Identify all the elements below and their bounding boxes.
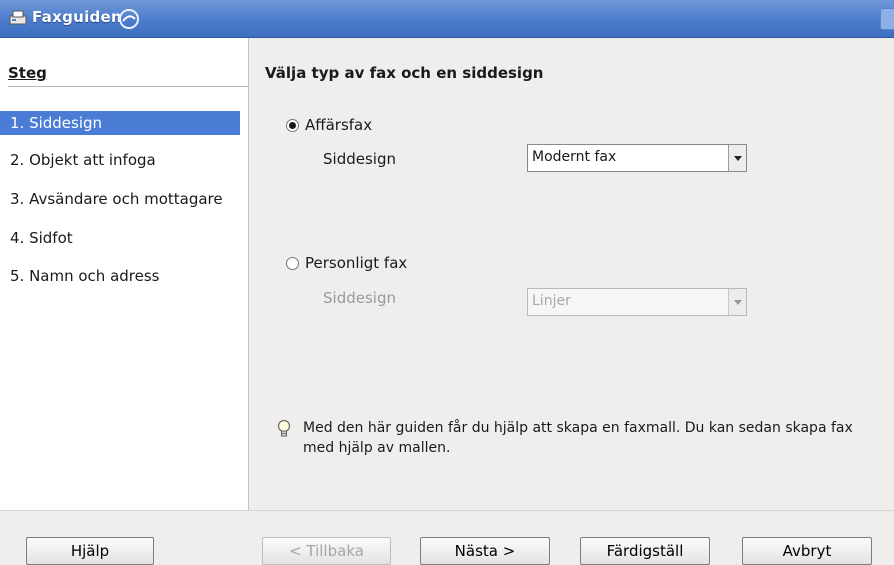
window-title: Faxguiden bbox=[32, 8, 123, 26]
personal-fax-label: Personligt fax bbox=[305, 254, 408, 272]
help-button[interactable]: Hjälp bbox=[26, 537, 154, 565]
swirl-icon bbox=[119, 9, 139, 29]
personal-design-value: Linjer bbox=[532, 293, 571, 309]
business-design-select[interactable]: Modernt fax bbox=[527, 144, 747, 172]
step-item-sidfot[interactable]: 4. Sidfot bbox=[0, 226, 240, 250]
finish-button[interactable]: Färdigställ bbox=[580, 537, 710, 565]
business-fax-radio[interactable] bbox=[286, 118, 299, 132]
steps-heading: Steg bbox=[8, 64, 47, 82]
personal-dropdown-button[interactable] bbox=[728, 289, 746, 315]
business-design-value: Modernt fax bbox=[532, 149, 617, 165]
step-item-objekt[interactable]: 2. Objekt att infoga bbox=[0, 148, 240, 172]
steps-pane: Steg 1. Siddesign 2. Objekt att infoga 3… bbox=[0, 38, 249, 510]
next-button[interactable]: Nästa > bbox=[420, 537, 550, 565]
business-dropdown-button[interactable] bbox=[728, 145, 746, 171]
business-fax-label: Affärsfax bbox=[305, 116, 373, 134]
personal-fax-option[interactable]: Personligt fax bbox=[286, 254, 407, 272]
step-item-avsandare[interactable]: 3. Avsändare och mottagare bbox=[0, 187, 240, 211]
business-design-label: Siddesign bbox=[323, 150, 396, 168]
cancel-button[interactable]: Avbryt bbox=[742, 537, 872, 565]
window-close-button[interactable] bbox=[880, 8, 894, 30]
steps-divider bbox=[8, 86, 248, 87]
step-item-namn-adress[interactable]: 5. Namn och adress bbox=[0, 264, 240, 288]
lightbulb-icon bbox=[277, 419, 291, 437]
window-titlebar: Faxguiden bbox=[0, 0, 894, 38]
fax-app-icon bbox=[9, 10, 27, 25]
personal-design-select[interactable]: Linjer bbox=[527, 288, 747, 316]
chevron-down-icon bbox=[733, 299, 742, 305]
hint-text: Med den här guiden får du hjälp att skap… bbox=[303, 420, 853, 456]
chevron-down-icon bbox=[733, 155, 742, 161]
step-item-siddesign[interactable]: 1. Siddesign bbox=[0, 111, 240, 135]
page-title: Välja typ av fax och en siddesign bbox=[265, 64, 544, 82]
back-button[interactable]: < Tillbaka bbox=[262, 537, 391, 565]
personal-design-label: Siddesign bbox=[323, 289, 396, 307]
business-fax-option[interactable]: Affärsfax bbox=[286, 116, 372, 134]
personal-fax-radio[interactable] bbox=[286, 256, 299, 270]
